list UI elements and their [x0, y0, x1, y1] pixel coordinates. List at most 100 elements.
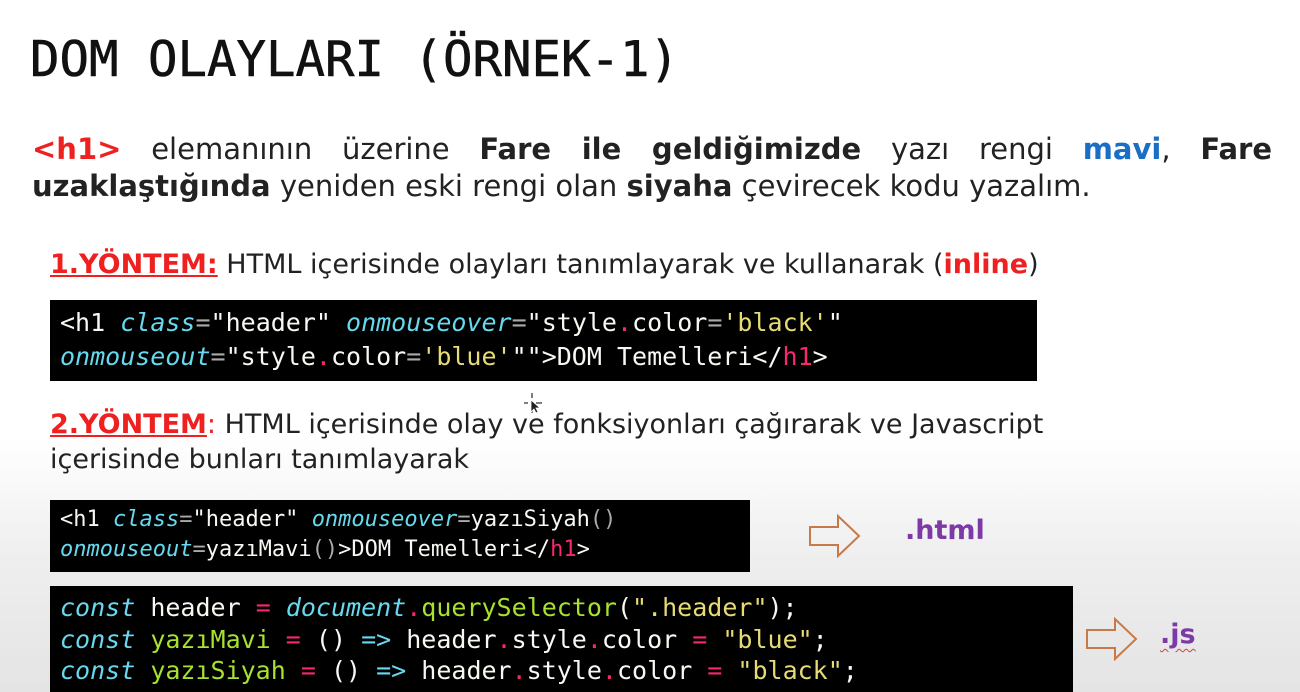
code-token: () — [300, 624, 362, 654]
intro-bold-1: Fare ile geldiğimizde — [479, 132, 862, 166]
code-token: () — [311, 537, 339, 562]
method-2-colon: : — [206, 409, 217, 440]
code-token: = — [300, 656, 316, 685]
html-extension-label: .html — [905, 515, 985, 546]
code-token: = — [707, 656, 723, 685]
code-block-js: const header = document.querySelector(".… — [50, 586, 1073, 692]
code-token: color — [330, 342, 407, 371]
code-token: = — [210, 342, 226, 371]
intro-text-5: çevirecek kodu yazalım. — [732, 169, 1091, 203]
code-token: h1 — [782, 342, 813, 371]
method-1-label: 1.YÖNTEM: — [50, 249, 218, 280]
code-token: 'black' — [722, 308, 828, 337]
method-1: 1.YÖNTEM: HTML içerisinde olayları tanım… — [50, 247, 1250, 282]
code-token: "blue" — [722, 624, 813, 654]
code-token: = — [692, 624, 708, 654]
code-token: document — [285, 593, 407, 622]
code-token: class — [112, 507, 180, 532]
code-token: . — [601, 656, 617, 685]
code-token: . — [616, 308, 633, 337]
code-token: = — [192, 537, 206, 562]
code-token: yazıSiyah — [470, 507, 590, 532]
code-token: color — [601, 624, 693, 654]
code-token: onmouseover — [346, 308, 512, 337]
code-token: ( — [616, 593, 633, 622]
code-block-inline: <h1 class="header" onmouseover="style.co… — [50, 300, 1037, 381]
code-token: 'blue' — [421, 342, 512, 371]
code-token: yazıMavi — [135, 624, 286, 654]
code-token: . — [406, 593, 422, 622]
code-token: () — [589, 507, 617, 532]
arrow-right-outline-icon — [1086, 617, 1138, 661]
code-token: const — [60, 624, 136, 654]
method-2: 2.YÖNTEM: HTML içerisinde olay ve fonksi… — [50, 407, 1170, 477]
code-token: style — [526, 656, 602, 685]
code-token: = — [511, 308, 527, 337]
code-token: ; — [842, 656, 858, 685]
code-token: >DOM Temelleri</ — [338, 537, 551, 562]
slide-title: DOM OLAYLARI (ÖRNEK-1) — [30, 31, 680, 89]
code-token: > — [576, 537, 590, 562]
code-token: yazıMavi — [205, 537, 312, 562]
code-token: => — [376, 656, 407, 685]
arrow-right-outline-icon — [809, 514, 861, 558]
mouse-cursor-icon — [524, 393, 542, 414]
code-token: => — [361, 624, 392, 654]
code-token: = — [285, 624, 301, 654]
h1-tag-text: <h1> — [32, 132, 122, 166]
code-token: . — [511, 656, 527, 685]
code-token: > — [812, 342, 828, 371]
code-token: . — [496, 624, 512, 654]
code-token: yazıSiyah — [135, 656, 301, 685]
code-token: "style — [225, 342, 316, 371]
code-token: onmouseout — [60, 537, 193, 562]
method-1-close: ) — [1028, 249, 1039, 280]
code-token: "black" — [737, 656, 843, 685]
code-token: = — [707, 308, 723, 337]
method-1-inline: inline — [943, 249, 1029, 280]
code-token: = — [179, 507, 193, 532]
code-block-html: <h1 class="header" onmouseover=yazıSiyah… — [50, 500, 750, 572]
method-2-label: 2.YÖNTEM — [50, 409, 207, 440]
intro-text-3: , — [1161, 132, 1201, 166]
code-token: = — [457, 507, 471, 532]
code-token: header — [406, 656, 512, 685]
code-token: const — [60, 656, 136, 685]
code-token: style — [511, 624, 587, 654]
code-token: = — [406, 342, 422, 371]
code-token: querySelector — [421, 593, 617, 622]
intro-blue-word: mavi — [1082, 132, 1162, 166]
method-1-text: HTML içerisinde olayları tanımlayarak ve… — [217, 249, 944, 280]
code-token: = — [195, 308, 211, 337]
code-token: onmouseout — [60, 342, 211, 371]
intro-paragraph: <h1> elemanının üzerine Fare ile geldiği… — [32, 131, 1272, 205]
code-token: . — [586, 624, 602, 654]
code-token: const — [60, 593, 136, 622]
code-token: "header" — [192, 507, 299, 532]
code-token: "style — [526, 308, 617, 337]
intro-text-4: yeniden eski rengi olan — [270, 169, 627, 203]
code-token: header — [135, 593, 256, 622]
code-token: "header" — [210, 308, 331, 337]
code-token: color — [632, 308, 708, 337]
code-token: ".header" — [632, 593, 768, 622]
code-token: class — [120, 308, 196, 337]
code-token: " — [827, 308, 843, 337]
code-token: header — [391, 624, 497, 654]
intro-bold-3: siyaha — [626, 169, 733, 203]
code-token: ; — [812, 624, 828, 654]
code-token: h1 — [550, 537, 577, 562]
code-token: color — [616, 656, 708, 685]
code-token: <h1 — [60, 308, 121, 337]
code-token: onmouseover — [311, 507, 458, 532]
code-token: " — [511, 342, 527, 371]
intro-text-1: elemanının üzerine — [121, 132, 480, 166]
code-token: <h1 — [60, 507, 113, 532]
code-token: () — [315, 656, 377, 685]
code-token: = — [255, 593, 271, 622]
code-token: ); — [767, 593, 798, 622]
